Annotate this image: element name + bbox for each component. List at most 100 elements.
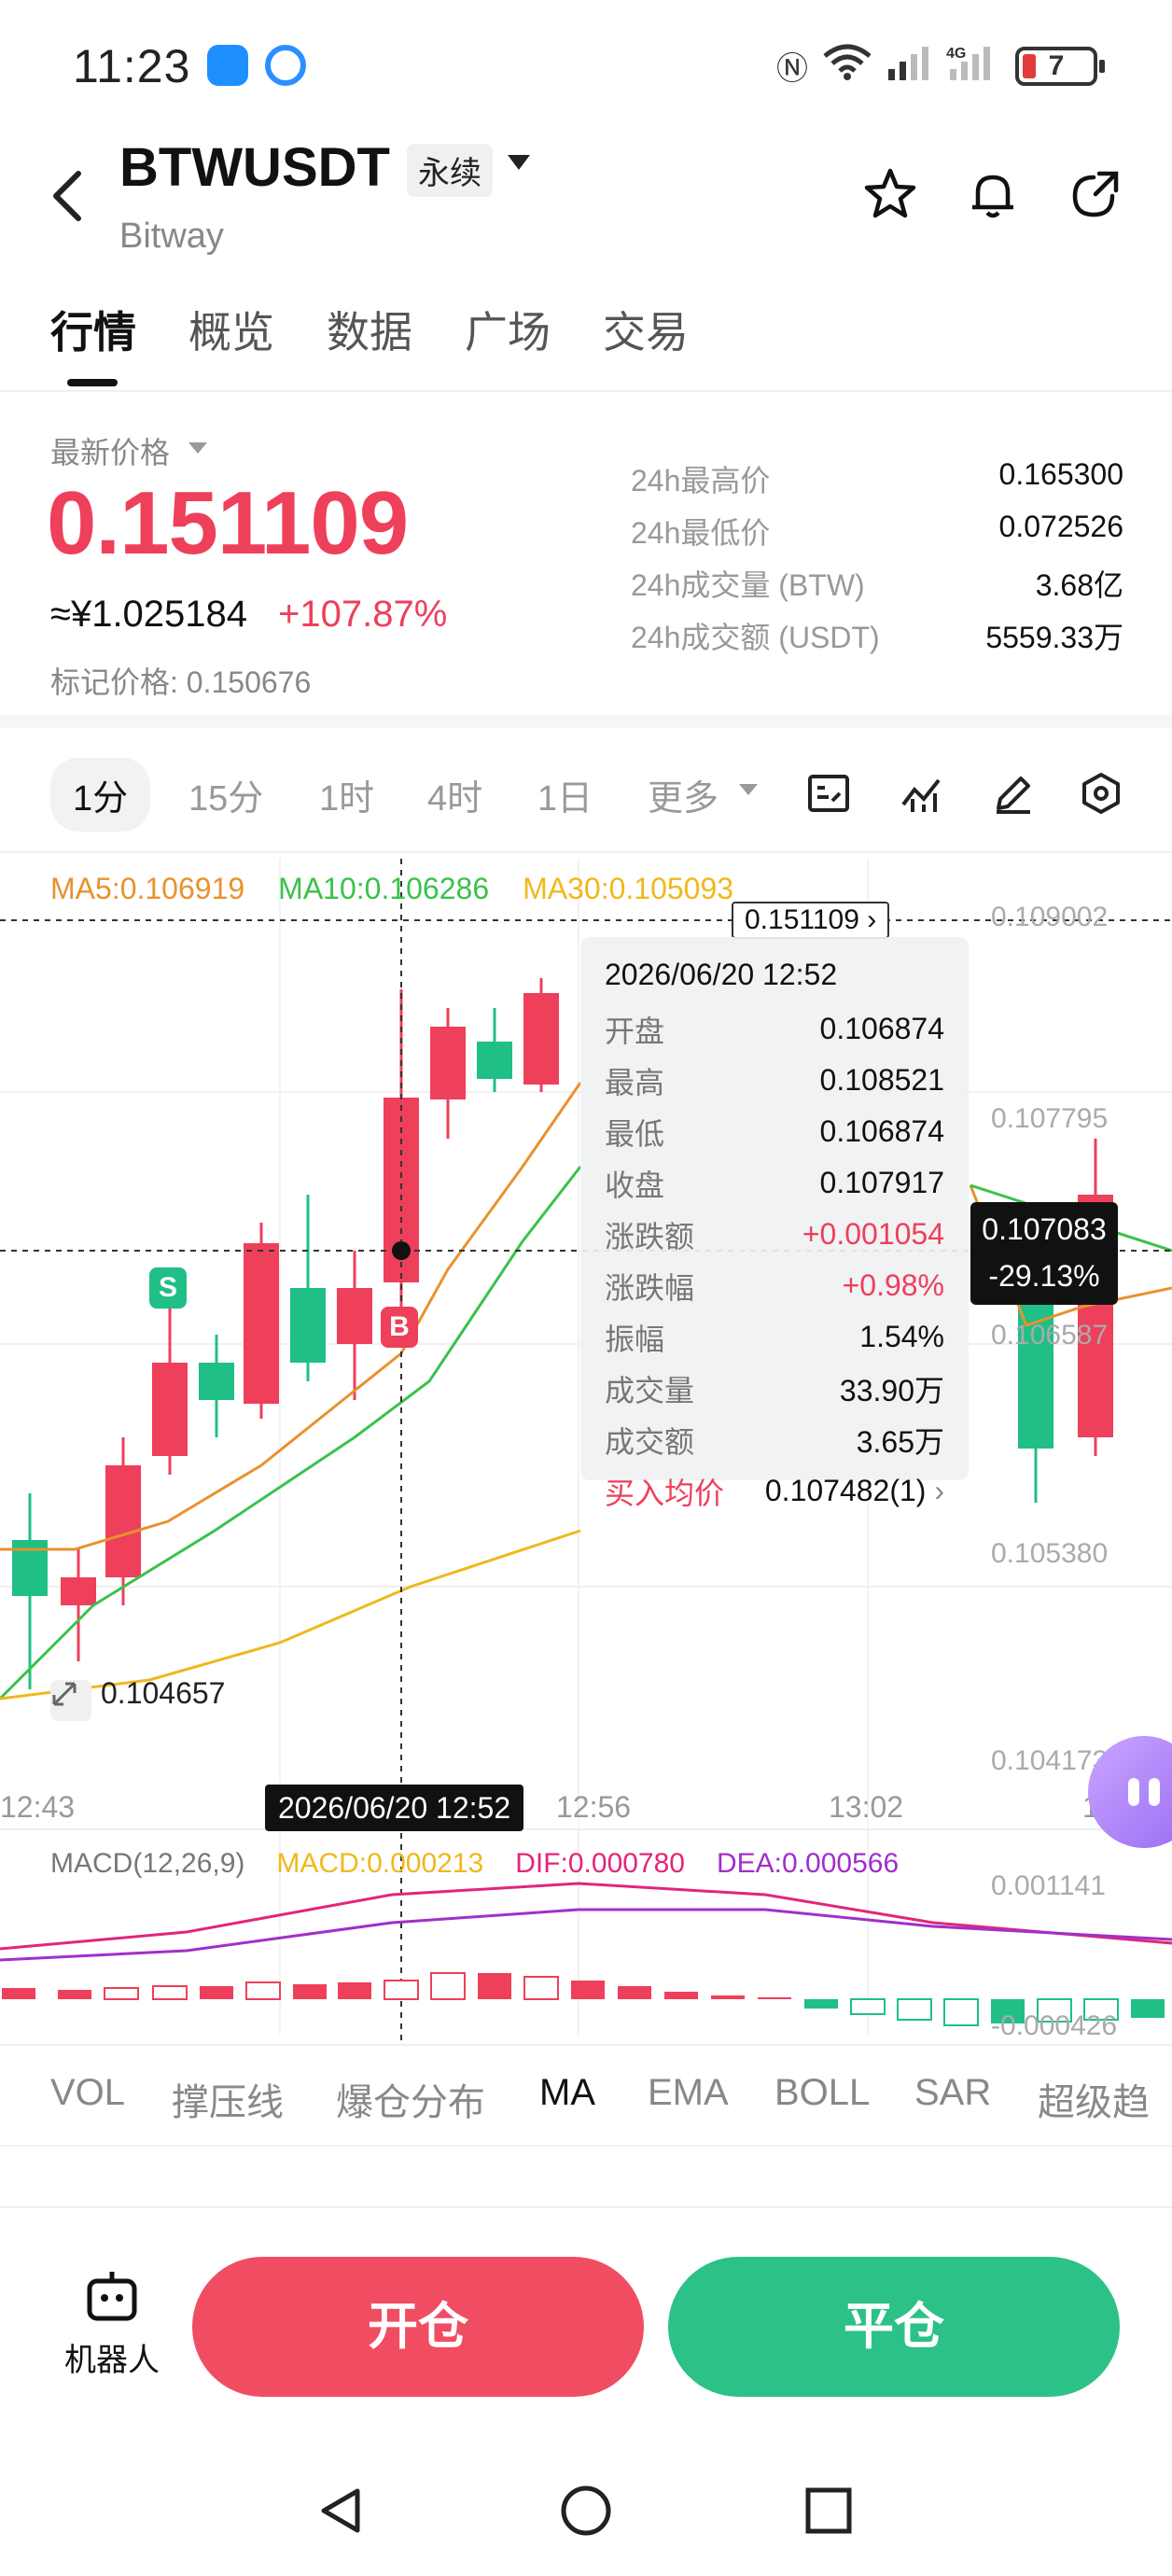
tab-trade[interactable]: 交易 <box>603 299 689 360</box>
interval-more[interactable]: 更多 <box>648 769 719 820</box>
macd-histogram-bar <box>152 1985 188 2000</box>
indicator-support[interactable]: 撑压线 <box>172 2072 284 2126</box>
tooltip-value: 0.107482(1) › <box>765 1474 944 1508</box>
chart-type-button[interactable] <box>801 765 857 821</box>
macd-histogram-bar <box>245 1981 281 2000</box>
stat-row: 24h成交额 (USDT) 5559.33万 <box>631 614 1123 666</box>
robot-button[interactable]: 机器人 <box>56 2268 168 2380</box>
stat-row: 24h成交量 (BTW) 3.68亿 <box>631 562 1123 614</box>
indicator-supertrend[interactable]: 超级趋 <box>1038 2072 1150 2126</box>
stat-value: 0.165300 <box>998 457 1123 491</box>
cny-price: ≈¥1.025184 <box>50 594 248 635</box>
nav-back-button[interactable] <box>304 2473 379 2548</box>
indicator-ema[interactable]: EMA <box>648 2072 729 2114</box>
nav-home-button[interactable] <box>549 2473 623 2548</box>
dif-value: DIF:0.000780 <box>515 1848 685 1879</box>
crosshair-time: 2026/06/20 12:52 <box>265 1785 524 1831</box>
contract-type-badge[interactable]: 永续 <box>407 144 493 197</box>
chart-switch-icon <box>808 775 849 812</box>
indicator-liquidation[interactable]: 爆仓分布 <box>336 2072 485 2126</box>
last-price-label[interactable]: 最新价格 <box>50 429 170 472</box>
indicator-vol[interactable]: VOL <box>50 2072 125 2114</box>
interval-1h[interactable]: 1时 <box>319 769 374 820</box>
tab-overview[interactable]: 概览 <box>188 299 274 360</box>
ma10-label: MA10:0.106286 <box>278 872 490 905</box>
tooltip-date: 2026/06/20 12:52 <box>605 958 838 991</box>
interval-1d[interactable]: 1日 <box>537 769 593 820</box>
interval-1m[interactable]: 1分 <box>50 758 151 832</box>
indicator-boll[interactable]: BOLL <box>774 2072 870 2114</box>
current-price-value: 0.107083 <box>982 1212 1107 1246</box>
candle-body <box>477 1042 512 1079</box>
tooltip-key: 涨跌额 <box>605 1219 695 1253</box>
candle-body <box>152 1363 188 1456</box>
indicator-ma[interactable]: MA <box>539 2072 595 2114</box>
candle-body <box>290 1288 326 1363</box>
interval-4h[interactable]: 4时 <box>427 769 482 820</box>
close-position-button[interactable]: 平仓 <box>668 2257 1120 2397</box>
share-button[interactable] <box>1066 164 1125 224</box>
open-position-button[interactable]: 开仓 <box>192 2257 644 2397</box>
star-icon <box>864 168 916 218</box>
chevron-left-icon <box>53 171 81 221</box>
stat-value: 3.68亿 <box>1035 568 1123 602</box>
ma5-label: MA5:0.106919 <box>50 872 245 905</box>
tooltip-row: 最低 0.106874 <box>605 1106 944 1157</box>
tooltip-value: 0.107917 <box>819 1166 944 1199</box>
stat-label: 24h成交额 (USDT) <box>631 621 880 654</box>
tab-market[interactable]: 行情 <box>50 299 136 360</box>
sell-signal-badge[interactable]: S <box>149 1267 187 1309</box>
main-tabs: 行情 概览 数据 广场 交易 <box>0 289 1172 392</box>
tooltip-value: 3.65万 <box>856 1424 944 1459</box>
expand-icon[interactable] <box>50 1680 91 1721</box>
nav-recents-button[interactable] <box>791 2473 866 2548</box>
alert-button[interactable] <box>963 164 1023 224</box>
signal-icon <box>886 43 933 89</box>
back-button[interactable] <box>49 164 86 239</box>
macd-histogram-bar <box>850 1998 886 2015</box>
favorite-button[interactable] <box>860 164 920 224</box>
last-price-line-tag[interactable]: 0.151109 › <box>732 902 890 939</box>
pencil-icon <box>997 777 1030 814</box>
caret-down-icon[interactable] <box>508 155 530 170</box>
triangle-back-icon <box>321 2488 360 2533</box>
tooltip-row: 振幅 1.54% <box>605 1311 944 1363</box>
signal-4g-icon: 4G <box>946 43 1002 89</box>
draw-button[interactable] <box>985 765 1041 821</box>
battery-icon: 7 <box>1015 46 1105 86</box>
macd-histogram-bar <box>943 1998 979 2026</box>
mark-price: 标记价格: 0.150676 <box>50 665 312 699</box>
chart-settings-button[interactable] <box>1073 765 1129 821</box>
caret-down-icon[interactable] <box>188 442 207 454</box>
indicator-sar[interactable]: SAR <box>914 2072 991 2114</box>
last-price: 0.151109 <box>47 473 409 573</box>
macd-histogram-bar <box>384 1980 419 2000</box>
symbol-title[interactable]: BTWUSDT <box>119 136 390 199</box>
macd-histogram-bar <box>430 1972 466 2000</box>
stat-row: 24h最高价 0.165300 <box>631 457 1123 510</box>
buy-signal-badge[interactable]: B <box>381 1307 418 1348</box>
tooltip-row-avg-buy[interactable]: 买入均价 0.107482(1) › <box>605 1465 944 1517</box>
interval-15m[interactable]: 15分 <box>188 769 263 820</box>
tab-square[interactable]: 广场 <box>465 299 551 360</box>
x-axis-label: 13:02 <box>829 1790 904 1824</box>
indicator-button[interactable] <box>894 765 950 821</box>
tab-data[interactable]: 数据 <box>327 299 412 360</box>
caret-down-icon[interactable] <box>739 784 758 795</box>
macd-title: MACD(12,26,9) <box>50 1848 245 1879</box>
y-axis-label: 0.109002 <box>991 902 1109 932</box>
tooltip-value: 33.90万 <box>839 1373 944 1407</box>
exchange-name: Bitway <box>119 217 224 256</box>
tooltip-value: 0.106874 <box>819 1012 944 1045</box>
tooltip-key: 收盘 <box>605 1168 665 1202</box>
robot-icon <box>87 2272 137 2321</box>
stat-value: 0.072526 <box>998 510 1123 543</box>
indicator-icon <box>901 778 941 812</box>
macd-histogram-bar <box>711 1995 745 1999</box>
kline-chart[interactable]: MA5:0.106919 MA10:0.106286 MA30:0.105093… <box>0 859 1172 2042</box>
settings-hexagon-icon <box>1082 773 1120 814</box>
message-app-icon <box>207 45 248 86</box>
tooltip-key: 买入均价 <box>605 1476 725 1510</box>
tooltip-row: 涨跌幅 +0.98% <box>605 1260 944 1311</box>
y-axis-label: 0.106587 <box>991 1320 1109 1351</box>
